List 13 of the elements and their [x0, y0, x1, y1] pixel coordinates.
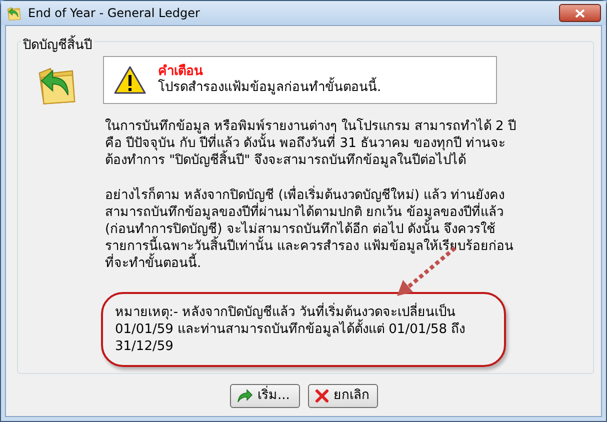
cancel-button[interactable]: ยกเลิก — [308, 384, 378, 408]
close-icon — [314, 389, 328, 403]
folder-icon — [6, 5, 22, 21]
start-button[interactable]: เริ่ม... — [230, 384, 300, 408]
note-text: หมายเหตุ:- หลังจากปิดบัญชีแล้ว วันที่เริ่มต้นงวดจะเปลี่ยนเป็น 01/01/59 และท่านสามารถบันทึกข้อมูลได้ตั้งแต่ 01/01/58 ถึง 31/12/59 — [115, 304, 492, 355]
window-title: End of Year - General Ledger — [28, 5, 200, 22]
body-paragraph: ในการบันทึกข้อมูล หรือพิมพ์รายงานต่างๆ ในโปรแกรม สามารถทำได้ 2 ปี คือ ปีปัจจุบัน กับ ปีที่แล้ว ดังนั้น พอถึงวันที่ 31 ธันวาคม ของทุกปี ท่านจะต้องทำการ "ปิดบัญชีสิ้นปี" จึงจะสามารถบันทึกข้อมูลในปีต่อไปได้ — [105, 118, 517, 169]
warning-icon — [114, 66, 146, 94]
close-icon — [575, 8, 585, 18]
body-paragraph: อย่างไรก็ตาม หลังจากปิดบัญชี (เพื่อเริ่มต้นงวดบัญชีใหม่) แล้ว ท่านยังคงสามารถบันทึกข้อมูลของปีที่ผ่านมาได้ตามปกติ ยกเว้น ข้อมูลของปีที่แล้ว (ก่อนทำการปิดบัญชี) จะไม่สามารถบันทึกได้อีก ต่อไป ดังนั้น จึงควรใช้รายการนี้เฉพาะวันสิ้นปีเท่านั้น และควรสำรอง แฟ้มข้อมูลให้เรียบร้อยก่อนที่จะทำขั้นตอนนี้. — [105, 187, 517, 272]
close-button[interactable] — [559, 4, 601, 22]
arrow-icon — [236, 389, 252, 403]
warning-title: คำเตือน — [158, 64, 203, 79]
